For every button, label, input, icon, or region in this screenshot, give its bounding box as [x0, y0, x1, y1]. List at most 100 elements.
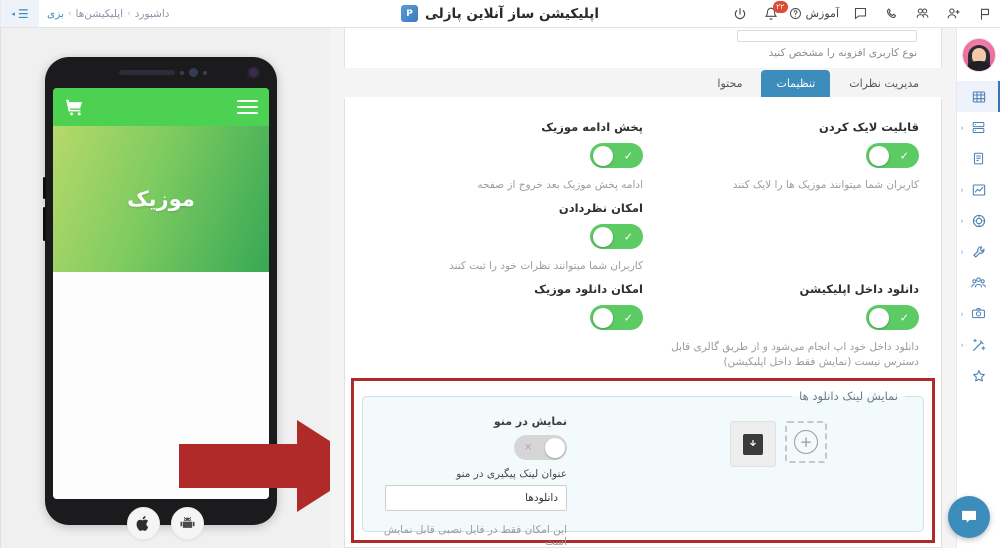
sidebar-item-media[interactable]: ‹ — [957, 298, 1000, 329]
education-link[interactable]: آموزش — [787, 7, 845, 20]
flag-icon[interactable] — [969, 0, 1000, 27]
sidebar-item-magic[interactable]: ‹ — [957, 329, 1000, 360]
cart-icon[interactable] — [64, 97, 85, 118]
database-icon — [973, 152, 984, 165]
show-in-menu-label: نمایش در منو — [493, 415, 567, 428]
breadcrumb-item-apps[interactable]: اپلیکیشن‌ها — [76, 8, 124, 20]
apple-button[interactable] — [127, 507, 160, 540]
setting-comments-label: امکان نظردادن — [558, 201, 643, 215]
sidebar-item-favorites[interactable] — [957, 360, 1000, 391]
partial-field-row — [344, 28, 942, 46]
top-toolbar: ۲۲ آموزش اپلیکیشن ساز آنلاین پازلی P داش… — [0, 0, 1000, 28]
phone-volume-down-button — [43, 207, 46, 241]
download-file-thumb[interactable] — [730, 421, 776, 467]
avatar[interactable] — [961, 38, 996, 72]
sidebar-item-tools[interactable]: ‹ — [957, 236, 1000, 267]
setting-comments: امکان نظردادن ✓ کاربران شما میتوانند نظر… — [367, 195, 643, 276]
setting-like: قابلیت لایک کردن ✓ کاربران شما میتوانند … — [643, 114, 919, 195]
tab-content[interactable]: محتوا — [702, 70, 758, 97]
apple-icon — [136, 515, 149, 531]
phone-icon[interactable] — [876, 0, 907, 27]
app-hero-title: موزیک — [127, 187, 195, 211]
setting-comments-desc: کاربران شما میتوانند نظرات خود را ثبت کن… — [449, 260, 643, 272]
tab-settings[interactable]: تنظیمات — [761, 70, 831, 97]
plus-icon: + — [794, 430, 818, 454]
chat-bubble-button[interactable] — [948, 496, 990, 538]
chevron-left-icon: ‹ — [960, 123, 964, 132]
hamburger-icon: ☰ — [17, 6, 29, 21]
setting-continuous-play-label: پخش ادامه موزیک — [541, 120, 643, 134]
toggle-knob — [592, 307, 613, 328]
sidebar-item-pages[interactable]: ‹ — [957, 112, 1000, 143]
download-file-icon — [743, 433, 763, 455]
setting-comments-toggle[interactable]: ✓ — [590, 224, 643, 249]
sidebar-item-settings[interactable]: ‹ — [957, 205, 1000, 236]
setting-music-download: امکان دانلود موزیک ✓ — [367, 276, 643, 372]
usage-type-helper-row: نوع کاربری افزونه را مشخص کنید — [344, 46, 942, 68]
download-media-group: + — [730, 407, 827, 467]
setting-continuous-play-desc: ادامه پخش موزیک بعد خروج از صفحه — [477, 179, 643, 191]
check-icon: ✓ — [899, 149, 909, 162]
setting-in-app-download: دانلود داخل اپلیکیشن ✓ دانلود داخل خود ا… — [643, 276, 919, 372]
usage-type-helper-text: نوع کاربری افزونه را مشخص کنید — [768, 47, 917, 59]
grid-icon — [972, 90, 985, 103]
sensor-dot — [180, 70, 184, 75]
sidebar-item-users[interactable] — [957, 267, 1000, 298]
download-links-highlight: نمایش لینک دانلود ها + نمایش در منو ✕ عن… — [351, 378, 935, 548]
breadcrumb-separator: › — [67, 8, 72, 19]
chat-icon — [962, 510, 976, 523]
topbar-right-group: داشبورد › اپلیکیشن‌ها › بزی ☰ ◂ — [0, 0, 177, 27]
toggle-knob — [868, 307, 889, 328]
bell-icon[interactable]: ۲۲ — [756, 0, 788, 27]
add-image-button[interactable]: + — [785, 421, 827, 463]
check-icon: ✓ — [623, 149, 633, 162]
breadcrumb-item-dashboard[interactable]: داشبورد — [135, 8, 170, 20]
breadcrumb-item-current[interactable]: بزی — [47, 8, 64, 20]
setting-like-toggle[interactable]: ✓ — [866, 143, 919, 168]
tab-bar: مدیریت نظرات تنظیمات محتوا — [344, 68, 942, 97]
chevron-left-icon: ◂ — [11, 9, 15, 18]
wand-icon — [972, 337, 986, 351]
phone-volume-up-button — [43, 177, 46, 199]
show-in-menu-toggle[interactable]: ✕ — [514, 435, 567, 460]
users-icon[interactable] — [907, 0, 938, 27]
comment-icon[interactable] — [845, 0, 876, 27]
menu-link-title-input[interactable] — [385, 485, 567, 511]
earpiece-speaker — [119, 70, 175, 75]
setting-continuous-play: پخش ادامه موزیک ✓ ادامه پخش موزیک بعد خر… — [367, 114, 643, 195]
setting-like-desc: کاربران شما میتوانند موزیک ها را لایک کن… — [732, 179, 919, 191]
usage-type-value — [738, 31, 916, 41]
camera-icon — [972, 308, 985, 319]
setting-in-app-download-toggle[interactable]: ✓ — [866, 305, 919, 330]
phone-camera — [247, 66, 260, 79]
sidebar-item-content[interactable] — [957, 143, 1000, 174]
power-icon[interactable] — [725, 0, 756, 27]
breadcrumb-separator: › — [127, 8, 131, 19]
download-links-legend: نمایش لینک دانلود ها — [799, 389, 898, 403]
check-icon: ✓ — [899, 311, 909, 324]
check-icon: ✓ — [623, 230, 633, 243]
settings-grid: قابلیت لایک کردن ✓ کاربران شما میتوانند … — [345, 110, 941, 372]
chart-icon — [972, 183, 985, 196]
app-header — [53, 88, 269, 126]
check-icon: ✓ — [623, 311, 633, 324]
sidebar-item-dashboard[interactable] — [956, 81, 1000, 112]
right-sidebar: ‹ ‹ ‹ ‹ ‹ ‹ — [956, 28, 1000, 548]
setting-music-download-toggle[interactable]: ✓ — [590, 305, 643, 330]
settings-card: قابلیت لایک کردن ✓ کاربران شما میتوانند … — [344, 97, 942, 548]
star-icon — [972, 369, 985, 382]
sidebar-item-reports[interactable]: ‹ — [957, 174, 1000, 205]
add-user-icon[interactable] — [938, 0, 969, 27]
tab-comments[interactable]: مدیریت نظرات — [834, 70, 934, 97]
app-hero-banner: موزیک — [53, 126, 269, 272]
download-links-fieldset: نمایش لینک دانلود ها + نمایش در منو ✕ عن… — [362, 389, 924, 548]
toolbar-icon-group: ۲۲ آموزش — [719, 0, 1000, 27]
app-title: اپلیکیشن ساز آنلاین پازلی — [425, 5, 599, 22]
menu-link-title-label: عنوان لینک پیگیری در منو — [456, 468, 567, 480]
hamburger-icon[interactable] — [237, 99, 258, 115]
toggle-knob — [592, 145, 613, 166]
setting-continuous-play-toggle[interactable]: ✓ — [590, 143, 643, 168]
puzzle-logo-icon: P — [401, 5, 419, 22]
sidebar-toggle-button[interactable]: ☰ ◂ — [0, 0, 39, 27]
usage-type-select[interactable] — [737, 30, 917, 42]
